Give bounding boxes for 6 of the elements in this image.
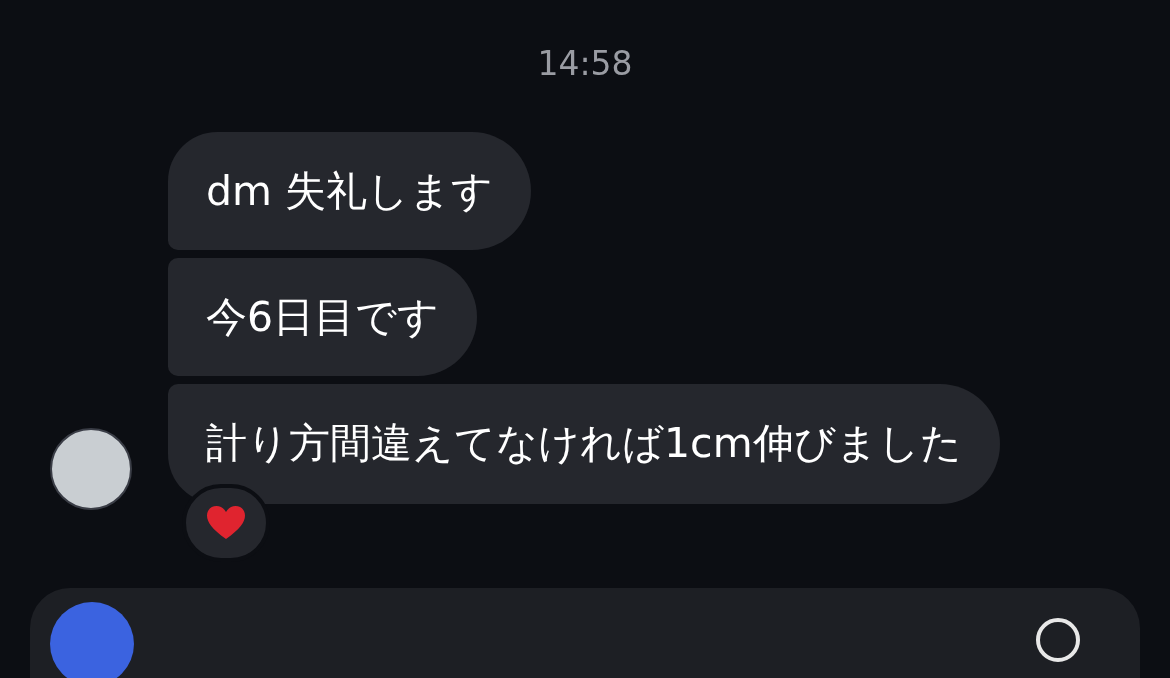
message-timestamp: 14:58 [537, 43, 633, 84]
circle-icon[interactable] [1036, 618, 1080, 662]
message-bubble: 計り方間違えてなければ1cm伸びました [168, 384, 1000, 504]
message-bubble: dm 失礼します [168, 132, 531, 250]
heart-icon [206, 505, 246, 541]
message-bubble: 今6日目です [168, 258, 478, 376]
